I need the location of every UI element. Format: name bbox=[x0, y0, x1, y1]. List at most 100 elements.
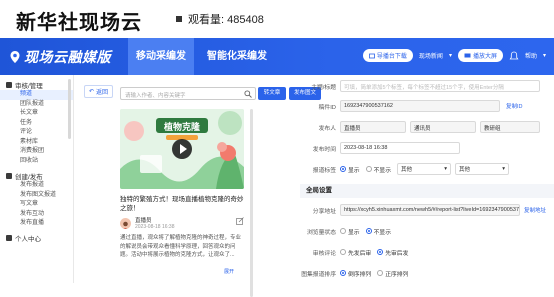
tag-hide-radio[interactable]: 不显示 bbox=[365, 165, 392, 174]
share-url-field: https://xcyh5.xinhuaxmt.com/newh5/#/repo… bbox=[340, 204, 520, 216]
sidebar: 审核/管理 频道 团队报道 长文章 任务 评论 素材库 消费报团 回收站 创建/… bbox=[0, 75, 74, 283]
order-asc-radio[interactable]: 正序排列 bbox=[377, 269, 408, 278]
appbar-actions: 导播台下载 现场新闻 ▾ 播放大屏 帮助 ▾ bbox=[362, 49, 546, 62]
screen-icon bbox=[464, 53, 471, 57]
download-director-label: 导播台下载 bbox=[376, 54, 407, 60]
sidebar-item-task[interactable]: 任务 bbox=[0, 119, 73, 129]
browse-label: 浏览量状态 bbox=[307, 229, 336, 236]
title-placeholder: 可填，简单添加5个标签，每个标签不超过15个字，使用Enter分隔 bbox=[344, 85, 504, 91]
nav-news-link[interactable]: 现场新闻 bbox=[419, 51, 443, 60]
help-link[interactable]: 帮助 bbox=[525, 51, 537, 60]
radio-label: 先审后发 bbox=[385, 250, 409, 257]
post-title[interactable]: 独特的繁殖方式！现场直播植物克隆的奇妙之旅！ bbox=[120, 195, 246, 213]
publisher-field-3: 教研组 bbox=[480, 121, 540, 133]
to-article-button[interactable]: 转文章 bbox=[258, 87, 286, 100]
tag-select-2[interactable]: 其他 ▾ bbox=[455, 163, 510, 175]
video-thumbnail[interactable]: 植物克隆 bbox=[120, 109, 244, 189]
sidebar-item-consume[interactable]: 消费报团 bbox=[0, 147, 73, 157]
author-name: 直播员 bbox=[135, 218, 152, 224]
edit-icon bbox=[6, 172, 12, 179]
radio-unchecked-icon bbox=[340, 228, 346, 234]
help-chevron-icon: ▾ bbox=[542, 53, 546, 59]
radio-label: 不显示 bbox=[373, 167, 392, 174]
sidebar-item-publish-interact[interactable]: 发布互动 bbox=[0, 210, 73, 220]
radio-unchecked-icon bbox=[340, 249, 346, 255]
sidebar-group-personal[interactable]: 个人中心 bbox=[0, 233, 73, 244]
publish-time-input[interactable]: 2023-08-18 16:38 bbox=[340, 142, 460, 154]
play-icon[interactable] bbox=[172, 139, 192, 159]
sidebar-item-write-article[interactable]: 写文章 bbox=[0, 200, 73, 210]
id-label: 稿件ID bbox=[318, 104, 336, 111]
tag-row: 报道标签 显示 不显示 其他 ▾ 其他 ▾ bbox=[300, 162, 554, 176]
sidebar-group-label: 创建/发布 bbox=[15, 173, 43, 181]
sidebar-scrollbar[interactable] bbox=[68, 79, 71, 139]
select-value: 其他 bbox=[459, 167, 471, 173]
back-arrow-icon: ↶ bbox=[89, 89, 95, 95]
avatar-icon bbox=[123, 221, 128, 229]
browse-row: 浏览量状态 显示 不显示 bbox=[300, 224, 554, 238]
brand-title: 新华社现场云 bbox=[16, 10, 142, 34]
sidebar-item-publish-report[interactable]: 发布报道 bbox=[0, 181, 73, 191]
sidebar-group-create[interactable]: 创建/发布 bbox=[0, 170, 73, 181]
view-count: 观看量: 485408 bbox=[176, 11, 264, 27]
search-input[interactable]: 请输入作者、内容关键字 bbox=[120, 87, 256, 100]
screen-button[interactable]: 播放大屏 bbox=[457, 49, 503, 62]
sidebar-item-publish-live[interactable]: 发布直播 bbox=[0, 219, 73, 229]
sidebar-item-publish-photo[interactable]: 发布图文报道 bbox=[0, 191, 73, 201]
radio-checked-icon bbox=[340, 166, 346, 172]
expand-link[interactable]: 展开 bbox=[224, 268, 234, 275]
location-pin-icon bbox=[10, 51, 20, 63]
radio-label: 先发后审 bbox=[348, 250, 372, 257]
download-icon bbox=[369, 53, 375, 58]
review-check-first-radio[interactable]: 先审后发 bbox=[377, 248, 408, 257]
publisher-label: 发布人 bbox=[318, 125, 336, 132]
order-desc-radio[interactable]: 倒序排列 bbox=[340, 269, 371, 278]
review-post-first-radio[interactable]: 先发后审 bbox=[340, 248, 371, 257]
time-row: 发布时间 2023-08-18 16:38 bbox=[300, 141, 554, 155]
publisher-row: 发布人 直播员 通讯员 教研组 bbox=[300, 120, 554, 134]
content-panel: ↶ 返回 请输入作者、内容关键字 转文章 发布图文 植物克隆 独特的繁殖方式！现… bbox=[76, 75, 321, 297]
radio-label: 不显示 bbox=[373, 229, 392, 236]
sidebar-group-review[interactable]: 审核/管理 bbox=[0, 79, 73, 90]
back-button[interactable]: ↶ 返回 bbox=[84, 85, 114, 98]
radio-label: 显示 bbox=[348, 167, 360, 174]
avatar bbox=[120, 217, 131, 229]
title-input[interactable]: 可填，简单添加5个标签，每个标签不超过15个字，使用Enter分隔 bbox=[340, 80, 540, 92]
sidebar-group-label: 个人中心 bbox=[15, 236, 41, 243]
card-scrollbar[interactable] bbox=[250, 109, 253, 297]
global-settings-title: 全局设置 bbox=[300, 184, 554, 198]
search-icon[interactable] bbox=[244, 90, 252, 98]
download-director-button[interactable]: 导播台下载 bbox=[362, 49, 413, 62]
browse-hide-radio[interactable]: 不显示 bbox=[365, 227, 392, 236]
time-label: 发布时间 bbox=[312, 146, 336, 153]
edit-icon[interactable] bbox=[236, 217, 244, 225]
review-label: 审核评论 bbox=[312, 250, 336, 257]
app-logo-label: 现场云融媒版 bbox=[24, 49, 111, 65]
tag-show-radio[interactable]: 显示 bbox=[340, 165, 360, 174]
tag-select-1[interactable]: 其他 ▾ bbox=[397, 163, 452, 175]
copy-share-link[interactable]: 复制地址 bbox=[524, 206, 546, 214]
review-row: 审核评论 先发后审 先审后发 bbox=[300, 245, 554, 259]
radio-checked-icon bbox=[377, 249, 384, 255]
tab-mobile-editing[interactable]: 移动采编发 bbox=[128, 38, 194, 75]
browse-show-radio[interactable]: 显示 bbox=[340, 227, 360, 236]
sidebar-item-long-article[interactable]: 长文章 bbox=[0, 109, 73, 119]
radio-label: 倒序排列 bbox=[348, 271, 372, 278]
sidebar-group-label: 审核/管理 bbox=[15, 82, 43, 90]
sidebar-item-team-report[interactable]: 团队报道 bbox=[0, 100, 73, 110]
title-row: 主题/标题 可填，简单添加5个标签，每个标签不超过15个字，使用Enter分隔 bbox=[300, 79, 554, 93]
app-logo[interactable]: 现场云融媒版 bbox=[10, 47, 111, 67]
sidebar-item-channel[interactable]: 频道 bbox=[0, 90, 73, 100]
chevron-down-icon: ▾ bbox=[502, 166, 506, 172]
app-bar: 现场云融媒版 移动采编发 智能化采编发 导播台下载 现场新闻 ▾ 播放大屏 帮助… bbox=[0, 38, 554, 75]
order-row: 图集报道排序 倒序排列 正序排列 bbox=[300, 266, 554, 280]
sidebar-item-material[interactable]: 素材库 bbox=[0, 138, 73, 148]
sidebar-item-trash[interactable]: 回收站 bbox=[0, 157, 73, 167]
radio-unchecked-icon bbox=[377, 270, 384, 276]
copy-id-link[interactable]: 复制ID bbox=[506, 102, 523, 110]
title-label: 主题/标题 bbox=[311, 84, 336, 91]
order-label: 图集报道排序 bbox=[301, 271, 336, 278]
tab-smart-editing[interactable]: 智能化采编发 bbox=[200, 38, 274, 75]
bell-icon[interactable] bbox=[509, 51, 519, 61]
sidebar-item-comment[interactable]: 评论 bbox=[0, 128, 73, 138]
